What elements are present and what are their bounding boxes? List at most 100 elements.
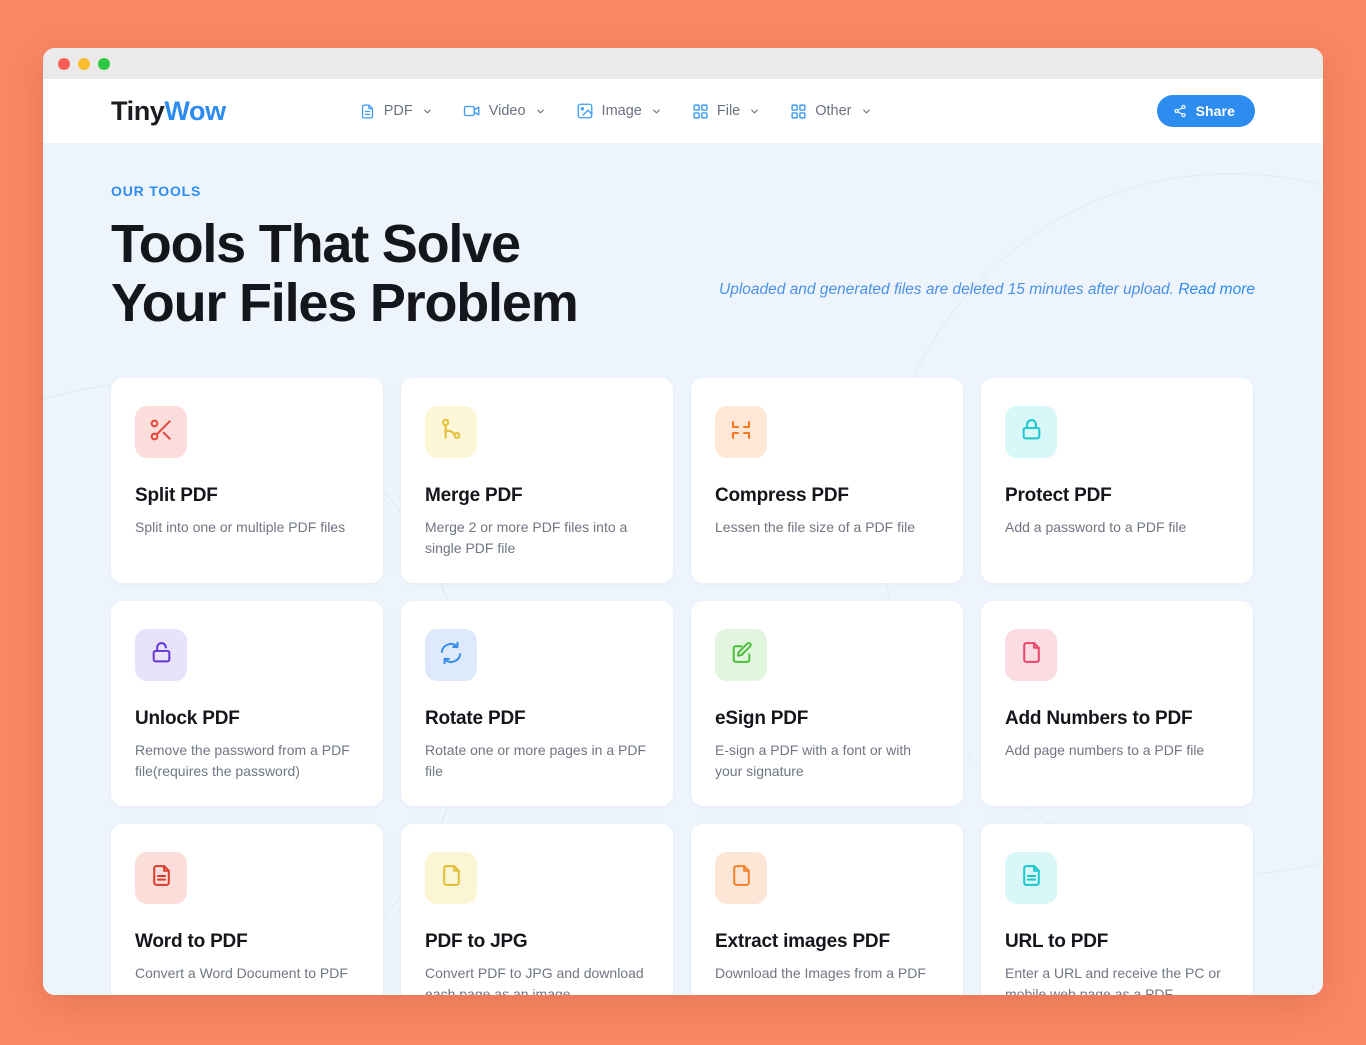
tool-card-word-to-pdf[interactable]: Word to PDF Convert a Word Document to P… [111,824,383,995]
grid-icon [692,103,709,120]
tool-icon-wrap [715,629,767,681]
nav-label-video: Video [489,103,526,119]
tool-description: Remove the password from a PDF file(requ… [135,740,359,782]
close-window-button[interactable] [58,58,70,70]
nav-item-other[interactable]: Other [790,103,871,120]
tool-icon-wrap [135,852,187,904]
tool-description: Add a password to a PDF file [1005,517,1229,538]
tool-card-extract-images-pdf[interactable]: Extract images PDF Download the Images f… [691,824,963,995]
lock-closed-icon [1019,417,1044,447]
chevron-down-icon [651,106,662,117]
document-icon [359,103,376,120]
nav-item-image[interactable]: Image [576,102,662,120]
tool-title: URL to PDF [1005,931,1229,953]
tool-icon-wrap [135,406,187,458]
tool-title: eSign PDF [715,708,939,730]
nav-label-pdf: PDF [384,103,413,119]
tool-title: Compress PDF [715,485,939,507]
tool-icon-wrap [135,629,187,681]
tool-grid: Split PDF Split into one or multiple PDF… [111,378,1255,995]
tool-card-unlock-pdf[interactable]: Unlock PDF Remove the password from a PD… [111,601,383,806]
main-content: OUR TOOLS Tools That Solve Your Files Pr… [43,143,1323,995]
tool-card-compress-pdf[interactable]: Compress PDF Lessen the file size of a P… [691,378,963,583]
tool-description: Convert PDF to JPG and download each pag… [425,963,649,995]
share-button[interactable]: Share [1157,95,1255,127]
tool-icon-wrap [1005,852,1057,904]
main-navigation: PDF Video Image [359,102,872,120]
chevron-down-icon [422,106,433,117]
window-titlebar [43,48,1323,79]
image-icon [576,102,594,120]
tool-description: Split into one or multiple PDF files [135,517,359,538]
nav-item-pdf[interactable]: PDF [359,103,433,120]
tool-icon-wrap [1005,629,1057,681]
tool-card-pdf-to-jpg[interactable]: PDF to JPG Convert PDF to JPG and downlo… [401,824,673,995]
tool-icon-wrap [425,406,477,458]
tool-card-esign-pdf[interactable]: eSign PDF E-sign a PDF with a font or wi… [691,601,963,806]
tool-card-protect-pdf[interactable]: Protect PDF Add a password to a PDF file [981,378,1253,583]
tool-description: Merge 2 or more PDF files into a single … [425,517,649,559]
tool-card-split-pdf[interactable]: Split PDF Split into one or multiple PDF… [111,378,383,583]
tool-title: Protect PDF [1005,485,1229,507]
nav-label-other: Other [815,103,851,119]
nav-label-file: File [717,103,740,119]
tool-card-url-to-pdf[interactable]: URL to PDF Enter a URL and receive the P… [981,824,1253,995]
scissors-icon [148,417,174,448]
tool-description: Enter a URL and receive the PC or mobile… [1005,963,1229,995]
share-button-label: Share [1196,103,1235,119]
rotate-refresh-icon [438,640,464,671]
tool-icon-wrap [1005,406,1057,458]
merge-branch-icon [438,417,464,448]
page-title: Tools That Solve Your Files Problem [111,215,578,333]
tool-description: Lessen the file size of a PDF file [715,517,939,538]
page-blank-icon [729,863,754,893]
share-nodes-icon [1173,104,1187,118]
retention-notice: Uploaded and generated files are deleted… [719,281,1255,333]
section-eyebrow: OUR TOOLS [111,183,1255,199]
maximize-window-button[interactable] [98,58,110,70]
tool-card-merge-pdf[interactable]: Merge PDF Merge 2 or more PDF files into… [401,378,673,583]
tool-title: Merge PDF [425,485,649,507]
tool-title: Word to PDF [135,931,359,953]
site-header: TinyWow PDF Video [43,79,1323,143]
nav-label-image: Image [602,103,642,119]
nav-item-file[interactable]: File [692,103,760,120]
logo-text-tiny: Tiny [111,96,164,126]
page-blank-icon [1019,640,1044,670]
tool-icon-wrap [425,852,477,904]
tool-card-rotate-pdf[interactable]: Rotate PDF Rotate one or more pages in a… [401,601,673,806]
tool-title: Rotate PDF [425,708,649,730]
document-lines-icon [1019,863,1044,893]
tool-description: E-sign a PDF with a font or with your si… [715,740,939,782]
video-camera-icon [463,102,481,120]
tool-title: PDF to JPG [425,931,649,953]
tool-title: Split PDF [135,485,359,507]
nav-item-video[interactable]: Video [463,102,546,120]
retention-notice-text: Uploaded and generated files are deleted… [719,281,1174,298]
browser-window: TinyWow PDF Video [43,48,1323,995]
tool-title: Unlock PDF [135,708,359,730]
tool-description: Convert a Word Document to PDF [135,963,359,984]
lock-open-icon [149,640,174,670]
pencil-square-icon [729,640,754,670]
tool-description: Rotate one or more pages in a PDF file [425,740,649,782]
tool-icon-wrap [715,406,767,458]
logo-text-wow: Wow [164,96,225,126]
document-lines-icon [149,863,174,893]
tool-title: Extract images PDF [715,931,939,953]
tool-icon-wrap [715,852,767,904]
tool-card-add-numbers-to-pdf[interactable]: Add Numbers to PDF Add page numbers to a… [981,601,1253,806]
site-logo[interactable]: TinyWow [111,96,226,127]
page-blank-icon [439,863,464,893]
read-more-link[interactable]: Read more [1178,281,1255,298]
tool-icon-wrap [425,629,477,681]
hero-row: Tools That Solve Your Files Problem Uplo… [111,215,1255,333]
tool-title: Add Numbers to PDF [1005,708,1229,730]
tool-description: Add page numbers to a PDF file [1005,740,1229,761]
chevron-down-icon [535,106,546,117]
compress-arrows-icon [729,418,753,447]
chevron-down-icon [749,106,760,117]
chevron-down-icon [861,106,872,117]
tool-description: Download the Images from a PDF [715,963,939,984]
minimize-window-button[interactable] [78,58,90,70]
